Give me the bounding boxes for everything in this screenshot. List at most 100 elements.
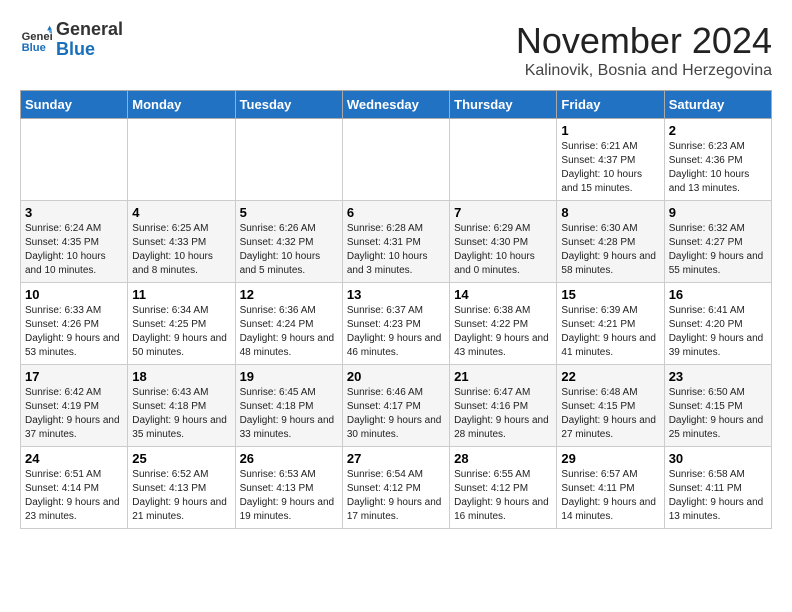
day-cell: 17Sunrise: 6:42 AM Sunset: 4:19 PM Dayli… xyxy=(21,365,128,447)
day-number: 30 xyxy=(669,451,767,466)
day-cell: 25 Sunrise: 6:52 AM Sunset: 4:13 PM Dayli… xyxy=(128,447,235,529)
week-row-2: 3 Sunrise: 6:24 AM Sunset: 4:35 PM Daylig… xyxy=(21,201,772,283)
day-cell: 4 Sunrise: 6:25 AM Sunset: 4:33 PM Daylig… xyxy=(128,201,235,283)
day-cell: 16 Sunrise: 6:41 AM Sunset: 4:20 PM Dayli… xyxy=(664,283,771,365)
day-cell: 30Sunrise: 6:58 AM Sunset: 4:11 PM Dayli… xyxy=(664,447,771,529)
day-cell: 27 Sunrise: 6:54 AM Sunset: 4:12 PM Dayli… xyxy=(342,447,449,529)
day-cell: 10 Sunrise: 6:33 AM Sunset: 4:26 PM Dayli… xyxy=(21,283,128,365)
day-cell: 22 Sunrise: 6:48 AM Sunset: 4:15 PM Dayli… xyxy=(557,365,664,447)
day-cell: 1Sunrise: 6:21 AM Sunset: 4:37 PM Daylig… xyxy=(557,119,664,201)
day-detail: Sunrise: 6:23 AM Sunset: 4:36 PM Dayligh… xyxy=(669,140,767,196)
week-row-5: 24 Sunrise: 6:51 AM Sunset: 4:14 PM Dayli… xyxy=(21,447,772,529)
day-detail: Sunrise: 6:39 AM Sunset: 4:21 PM Dayligh… xyxy=(561,304,659,360)
svg-text:Blue: Blue xyxy=(22,42,46,54)
day-detail: Sunrise: 6:48 AM Sunset: 4:15 PM Dayligh… xyxy=(561,386,659,442)
day-number: 23 xyxy=(669,369,767,384)
day-cell xyxy=(235,119,342,201)
day-detail: Sunrise: 6:26 AM Sunset: 4:32 PM Dayligh… xyxy=(240,222,338,278)
day-number: 6 xyxy=(347,205,445,220)
day-detail: Sunrise: 6:50 AM Sunset: 4:15 PM Dayligh… xyxy=(669,386,767,442)
day-detail: Sunrise: 6:53 AM Sunset: 4:13 PM Dayligh… xyxy=(240,468,338,524)
day-detail: Sunrise: 6:52 AM Sunset: 4:13 PM Dayligh… xyxy=(132,468,230,524)
calendar-table: SundayMondayTuesdayWednesdayThursdayFrid… xyxy=(20,90,772,529)
day-number: 14 xyxy=(454,287,552,302)
week-row-1: 1Sunrise: 6:21 AM Sunset: 4:37 PM Daylig… xyxy=(21,119,772,201)
day-cell xyxy=(342,119,449,201)
day-number: 7 xyxy=(454,205,552,220)
week-row-3: 10 Sunrise: 6:33 AM Sunset: 4:26 PM Dayli… xyxy=(21,283,772,365)
day-number: 3 xyxy=(25,205,123,220)
svg-text:General: General xyxy=(22,31,52,43)
day-number: 25 xyxy=(132,451,230,466)
day-number: 18 xyxy=(132,369,230,384)
day-cell: 21 Sunrise: 6:47 AM Sunset: 4:16 PM Dayli… xyxy=(450,365,557,447)
day-detail: Sunrise: 6:28 AM Sunset: 4:31 PM Dayligh… xyxy=(347,222,445,278)
header-row: SundayMondayTuesdayWednesdayThursdayFrid… xyxy=(21,91,772,119)
day-number: 26 xyxy=(240,451,338,466)
day-cell: 11Sunrise: 6:34 AM Sunset: 4:25 PM Dayli… xyxy=(128,283,235,365)
day-cell xyxy=(450,119,557,201)
day-detail: Sunrise: 6:54 AM Sunset: 4:12 PM Dayligh… xyxy=(347,468,445,524)
header: General Blue General Blue November 2024 … xyxy=(20,20,772,80)
header-cell-wednesday: Wednesday xyxy=(342,91,449,119)
day-cell: 2 Sunrise: 6:23 AM Sunset: 4:36 PM Daylig… xyxy=(664,119,771,201)
header-cell-thursday: Thursday xyxy=(450,91,557,119)
day-cell: 15 Sunrise: 6:39 AM Sunset: 4:21 PM Dayli… xyxy=(557,283,664,365)
day-number: 15 xyxy=(561,287,659,302)
day-number: 24 xyxy=(25,451,123,466)
day-detail: Sunrise: 6:25 AM Sunset: 4:33 PM Dayligh… xyxy=(132,222,230,278)
day-number: 4 xyxy=(132,205,230,220)
day-cell: 6 Sunrise: 6:28 AM Sunset: 4:31 PM Daylig… xyxy=(342,201,449,283)
day-cell: 28Sunrise: 6:55 AM Sunset: 4:12 PM Dayli… xyxy=(450,447,557,529)
header-cell-sunday: Sunday xyxy=(21,91,128,119)
day-cell: 24 Sunrise: 6:51 AM Sunset: 4:14 PM Dayli… xyxy=(21,447,128,529)
day-number: 20 xyxy=(347,369,445,384)
day-number: 5 xyxy=(240,205,338,220)
day-cell: 29Sunrise: 6:57 AM Sunset: 4:11 PM Dayli… xyxy=(557,447,664,529)
day-detail: Sunrise: 6:41 AM Sunset: 4:20 PM Dayligh… xyxy=(669,304,767,360)
day-cell: 19 Sunrise: 6:45 AM Sunset: 4:18 PM Dayli… xyxy=(235,365,342,447)
day-cell: 12Sunrise: 6:36 AM Sunset: 4:24 PM Dayli… xyxy=(235,283,342,365)
day-detail: Sunrise: 6:45 AM Sunset: 4:18 PM Dayligh… xyxy=(240,386,338,442)
day-detail: Sunrise: 6:32 AM Sunset: 4:27 PM Dayligh… xyxy=(669,222,767,278)
day-number: 10 xyxy=(25,287,123,302)
day-detail: Sunrise: 6:24 AM Sunset: 4:35 PM Dayligh… xyxy=(25,222,123,278)
day-detail: Sunrise: 6:30 AM Sunset: 4:28 PM Dayligh… xyxy=(561,222,659,278)
day-detail: Sunrise: 6:21 AM Sunset: 4:37 PM Dayligh… xyxy=(561,140,659,196)
logo-icon: General Blue xyxy=(20,24,52,56)
day-number: 29 xyxy=(561,451,659,466)
day-number: 12 xyxy=(240,287,338,302)
day-cell: 14Sunrise: 6:38 AM Sunset: 4:22 PM Dayli… xyxy=(450,283,557,365)
month-title: November 2024 xyxy=(516,20,772,62)
day-detail: Sunrise: 6:33 AM Sunset: 4:26 PM Dayligh… xyxy=(25,304,123,360)
day-cell: 5 Sunrise: 6:26 AM Sunset: 4:32 PM Daylig… xyxy=(235,201,342,283)
day-detail: Sunrise: 6:51 AM Sunset: 4:14 PM Dayligh… xyxy=(25,468,123,524)
day-cell: 26 Sunrise: 6:53 AM Sunset: 4:13 PM Dayli… xyxy=(235,447,342,529)
day-detail: Sunrise: 6:47 AM Sunset: 4:16 PM Dayligh… xyxy=(454,386,552,442)
day-number: 13 xyxy=(347,287,445,302)
logo: General Blue General Blue xyxy=(20,20,123,60)
day-detail: Sunrise: 6:55 AM Sunset: 4:12 PM Dayligh… xyxy=(454,468,552,524)
header-cell-saturday: Saturday xyxy=(664,91,771,119)
logo-general: General xyxy=(56,20,123,40)
day-cell: 13 Sunrise: 6:37 AM Sunset: 4:23 PM Dayli… xyxy=(342,283,449,365)
day-number: 27 xyxy=(347,451,445,466)
day-number: 19 xyxy=(240,369,338,384)
day-number: 16 xyxy=(669,287,767,302)
day-cell xyxy=(21,119,128,201)
day-detail: Sunrise: 6:29 AM Sunset: 4:30 PM Dayligh… xyxy=(454,222,552,278)
day-cell: 23 Sunrise: 6:50 AM Sunset: 4:15 PM Dayli… xyxy=(664,365,771,447)
logo-blue: Blue xyxy=(56,40,123,60)
day-number: 22 xyxy=(561,369,659,384)
day-cell: 7 Sunrise: 6:29 AM Sunset: 4:30 PM Daylig… xyxy=(450,201,557,283)
day-cell xyxy=(128,119,235,201)
day-number: 2 xyxy=(669,123,767,138)
day-number: 21 xyxy=(454,369,552,384)
day-cell: 9 Sunrise: 6:32 AM Sunset: 4:27 PM Daylig… xyxy=(664,201,771,283)
location-title: Kalinovik, Bosnia and Herzegovina xyxy=(516,62,772,80)
day-detail: Sunrise: 6:37 AM Sunset: 4:23 PM Dayligh… xyxy=(347,304,445,360)
day-detail: Sunrise: 6:46 AM Sunset: 4:17 PM Dayligh… xyxy=(347,386,445,442)
day-detail: Sunrise: 6:34 AM Sunset: 4:25 PM Dayligh… xyxy=(132,304,230,360)
week-row-4: 17Sunrise: 6:42 AM Sunset: 4:19 PM Dayli… xyxy=(21,365,772,447)
day-number: 9 xyxy=(669,205,767,220)
